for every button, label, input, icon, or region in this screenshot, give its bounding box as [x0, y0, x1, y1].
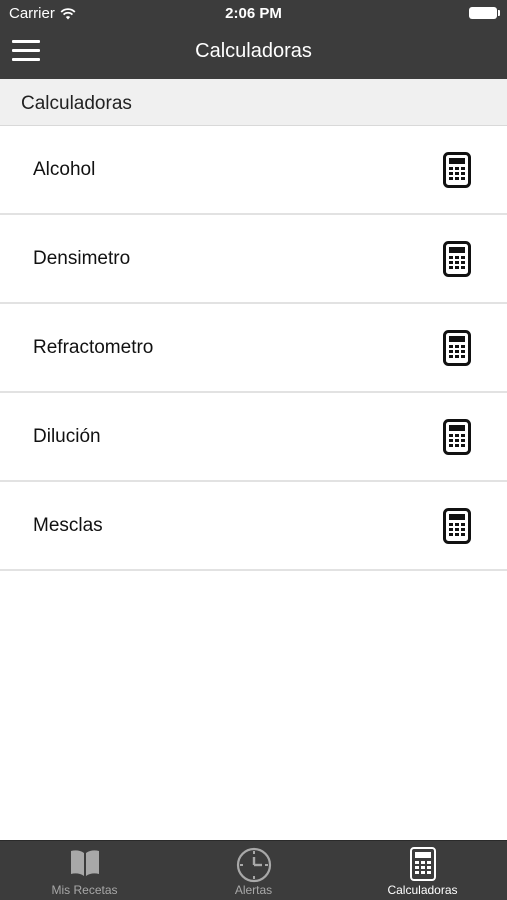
section-header-label: Calculadoras [21, 93, 132, 114]
app-screen: Carrier 2:06 PM Calculadoras Calculadora… [0, 0, 507, 900]
calculator-icon [409, 847, 436, 881]
calculator-list: Alcohol Densimetro Refractometro Dilució… [0, 126, 507, 571]
tab-label: Alertas [234, 883, 273, 897]
tab-label: Calculadoras [387, 883, 458, 897]
calculator-icon [443, 419, 471, 455]
list-item-refractometro[interactable]: Refractometro [0, 304, 507, 393]
list-item-label: Refractometro [33, 337, 154, 358]
book-icon [70, 850, 99, 876]
list-item-alcohol[interactable]: Alcohol [0, 126, 507, 215]
status-time: 2:06 PM [225, 5, 282, 22]
section-header: Calculadoras [0, 79, 507, 126]
tab-label: Mis Recetas [51, 883, 118, 897]
calculator-icon [443, 241, 471, 277]
list-item-label: Dilución [33, 426, 101, 447]
list-item-mesclas[interactable]: Mesclas [0, 482, 507, 571]
tab-calculadoras[interactable]: Calculadoras [338, 841, 507, 900]
list-item-label: Alcohol [33, 159, 96, 180]
list-item-label: Densimetro [33, 248, 131, 269]
list-item-label: Mesclas [33, 515, 103, 536]
tab-alertas[interactable]: Alertas [169, 841, 338, 900]
tab-bar: Mis Recetas Alertas Calculadoras [0, 840, 507, 900]
tab-mis-recetas[interactable]: Mis Recetas [0, 841, 169, 900]
battery-icon [469, 7, 500, 19]
calculator-icon [443, 152, 471, 188]
status-bar: Carrier 2:06 PM [0, 0, 507, 26]
page-title: Calculadoras [195, 40, 312, 62]
navigation-bar: Calculadoras [0, 26, 507, 79]
calculator-icon [443, 330, 471, 366]
top-bar: Carrier 2:06 PM Calculadoras [0, 0, 507, 79]
calculator-icon [443, 508, 471, 544]
list-item-densimetro[interactable]: Densimetro [0, 215, 507, 304]
list-item-dilucion[interactable]: Dilución [0, 393, 507, 482]
clock-icon [236, 847, 271, 883]
